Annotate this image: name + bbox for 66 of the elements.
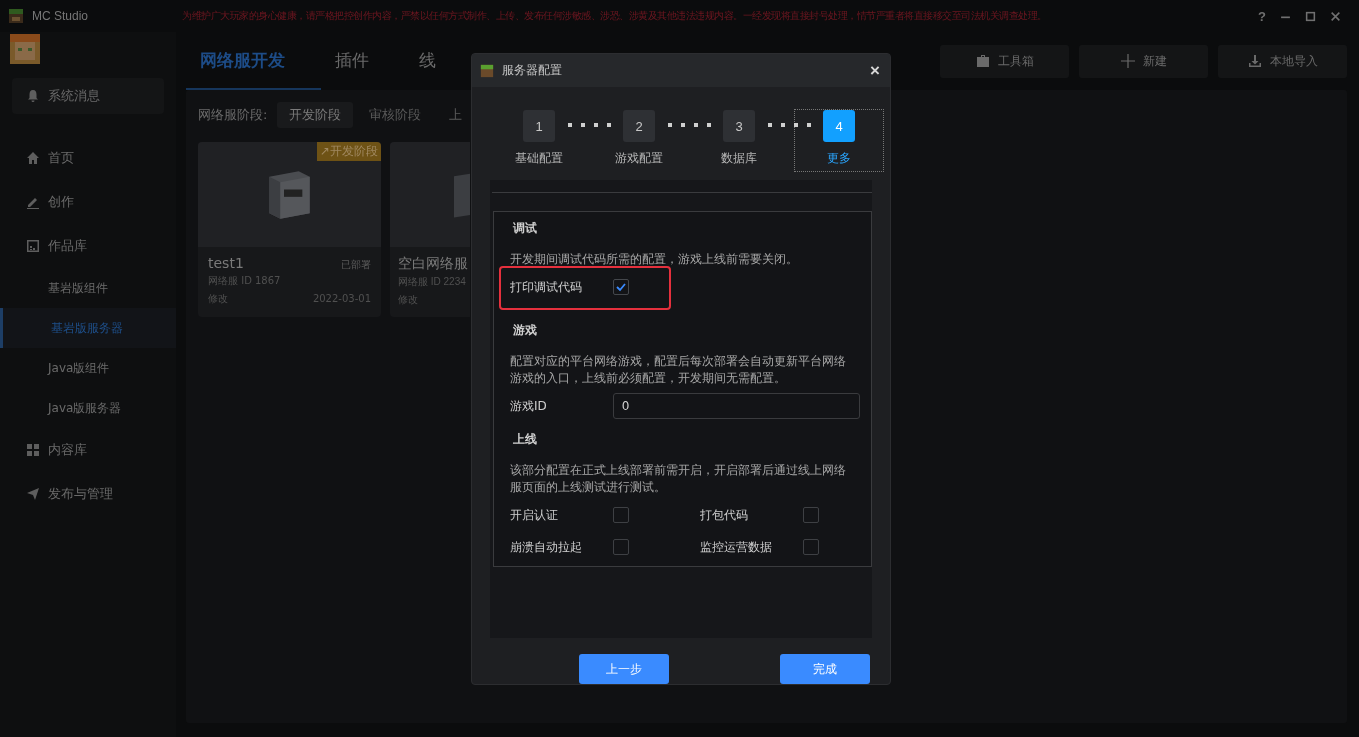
toolbox-icon [975, 54, 990, 68]
field-label: 游戏ID [510, 397, 548, 415]
toolbar-button[interactable]: 工具箱 [940, 44, 1069, 78]
section-title: 上线 [512, 431, 538, 449]
section-title: 游戏 [512, 322, 538, 340]
grid-icon [26, 443, 40, 457]
pen-icon [26, 195, 40, 209]
checkbox[interactable] [613, 507, 629, 524]
home-icon [26, 151, 40, 165]
app-logo-icon [480, 63, 494, 78]
section-description: 该部分配置在正式上线部署前需开启，开启部署后通过线上网络服页面的上线测试进行测试。 [510, 462, 847, 497]
stage-filter-chip[interactable]: 审核阶段 [357, 102, 434, 128]
checkbox[interactable] [613, 539, 629, 556]
game-id-field[interactable]: 0 [612, 393, 860, 420]
nav-item[interactable]: 发布与管理 [0, 472, 176, 516]
option-label: 崩溃自动拉起 [510, 538, 583, 556]
stage-filter-chip[interactable]: 开发阶段 [277, 102, 354, 128]
plus-icon [1120, 54, 1135, 68]
nav-subitem[interactable]: 基岩版服务器 [0, 308, 176, 348]
wizard-step[interactable]: 4 更多 [794, 109, 884, 173]
section-description: 配置对应的平台网络游戏，配置后每次部署会自动更新平台网络游戏的入口，上线前必须配置，开发期间无需配置。 [510, 353, 847, 388]
card-title: test1 [208, 255, 244, 271]
nav-subitem[interactable]: Java版服务器 [0, 388, 176, 428]
warning-notice: 为维护广大玩家的身心健康，请严格把控创作内容，严禁以任何方式制作、上传、发布任何涉敏感、涉恐、涉黄及其他违法违规内容。一经发现将直接封号处理，情节严重者将直接移交至司法机关调查处理。 [182, 9, 1047, 23]
nav-item[interactable]: 首页 [0, 136, 176, 180]
stage-filter-chip[interactable]: 上 [437, 102, 475, 128]
help-button[interactable]: ? [1258, 8, 1266, 24]
option-label: 开启认证 [510, 506, 559, 524]
maximize-icon[interactable] [1305, 10, 1316, 22]
card-date: 2022-03-01 [312, 292, 371, 306]
tab[interactable]: 线 [405, 32, 472, 90]
option-label: 打印调试代码 [510, 278, 583, 296]
option-label: 打包代码 [700, 506, 749, 524]
section-title: 调试 [512, 220, 538, 238]
dialog-button[interactable]: 上一步 [579, 654, 669, 684]
nav-subitem[interactable]: 基岩版组件 [0, 268, 176, 308]
wizard-step[interactable]: 1 基础配置 [494, 109, 584, 173]
window-title: MC Studio [32, 9, 90, 23]
wizard-step[interactable]: 3 数据库 [694, 109, 784, 173]
toolbar-button[interactable]: 新建 [1079, 44, 1208, 78]
nav-item[interactable]: 作品库 [0, 224, 176, 268]
close-icon[interactable] [1330, 10, 1341, 22]
system-messages-button[interactable]: 系统消息 [12, 78, 164, 114]
dialog-title: 服务器配置 [502, 62, 562, 80]
toolbar-button[interactable]: 本地导入 [1218, 44, 1347, 78]
stage-badge: ↗开发阶段 [316, 142, 381, 161]
library-icon [26, 239, 40, 253]
tab[interactable]: 插件 [321, 32, 405, 90]
send-icon [26, 487, 40, 501]
bell-icon [26, 89, 40, 103]
close-button[interactable]: × [870, 60, 880, 81]
wizard-step[interactable]: 2 游戏配置 [594, 109, 684, 173]
option-label: 监控运营数据 [700, 538, 773, 556]
section-description: 开发期间调试代码所需的配置，游戏上线前需要关闭。 [510, 251, 799, 269]
card-title: 空白网络服 [398, 255, 468, 273]
checkbox[interactable] [803, 507, 819, 524]
dialog-button[interactable]: 完成 [780, 654, 870, 684]
nav-subitem[interactable]: Java版组件 [0, 348, 176, 388]
avatar-icon[interactable] [10, 34, 40, 64]
nav-item[interactable]: 内容库 [0, 428, 176, 472]
download-icon [1247, 54, 1262, 68]
nav-item[interactable]: 创作 [0, 180, 176, 224]
checkbox[interactable] [613, 279, 629, 296]
app-logo-icon [8, 8, 24, 24]
checkbox[interactable] [803, 539, 819, 556]
stage-label: 网络服阶段: [198, 106, 268, 124]
